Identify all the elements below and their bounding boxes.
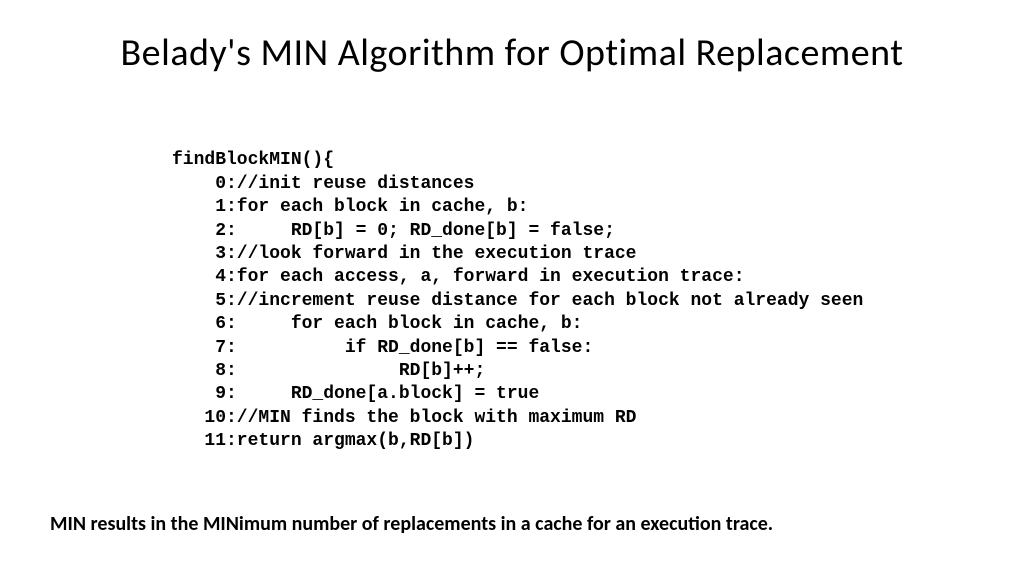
summary-text: MIN results in the MINimum number of rep… (50, 512, 974, 536)
code-line-0: 0://init reuse distances (172, 174, 474, 194)
code-line-10: 10://MIN finds the block with maximum RD (172, 408, 636, 428)
pseudocode-block: findBlockMIN(){ 0://init reuse distances… (172, 126, 1024, 453)
code-line-8: 8: RD[b]++; (172, 361, 485, 381)
slide-title: Belady's MIN Algorithm for Optimal Repla… (0, 0, 1024, 76)
code-line-5: 5://increment reuse distance for each bl… (172, 291, 863, 311)
code-line-6: 6: for each block in cache, b: (172, 314, 582, 334)
code-function-header: findBlockMIN(){ (172, 150, 334, 170)
code-line-1: 1:for each block in cache, b: (172, 197, 528, 217)
code-line-11: 11:return argmax(b,RD[b]) (172, 431, 474, 451)
code-line-2: 2: RD[b] = 0; RD_done[b] = false; (172, 221, 615, 241)
code-line-7: 7: if RD_done[b] == false: (172, 338, 593, 358)
code-line-4: 4:for each access, a, forward in executi… (172, 267, 745, 287)
code-line-9: 9: RD_done[a.block] = true (172, 384, 539, 404)
code-line-3: 3://look forward in the execution trace (172, 244, 636, 264)
